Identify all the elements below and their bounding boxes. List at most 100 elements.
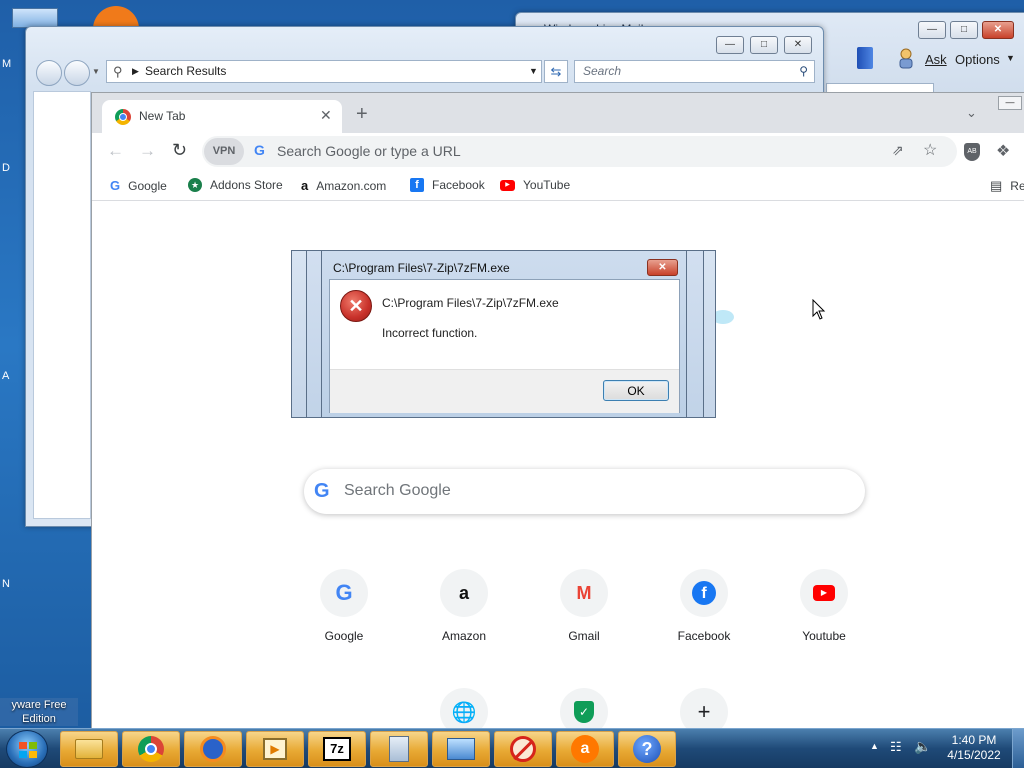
desktop-caption-line2: Edition bbox=[22, 713, 56, 725]
youtube-icon: ▶ bbox=[500, 179, 515, 191]
bookmark-label: Google bbox=[128, 178, 167, 193]
taskbar-media[interactable]: ▶ bbox=[246, 731, 304, 767]
error-message: Incorrect function. bbox=[382, 326, 478, 340]
bookmark-label: Addons Store bbox=[210, 178, 283, 192]
error-dialog[interactable]: C:\Program Files\7-Zip\7zFM.exe ✕ ✕ C:\P… bbox=[321, 250, 687, 418]
close-button[interactable]: ✕ bbox=[982, 21, 1014, 39]
shortcut-label: Gmail bbox=[568, 629, 600, 643]
bookmark-google[interactable]: G Google bbox=[110, 178, 167, 193]
youtube-icon: ▶ bbox=[800, 569, 848, 617]
new-tab-button[interactable]: + bbox=[356, 103, 368, 126]
blocked-icon bbox=[510, 736, 536, 762]
dialog-close-button[interactable]: ✕ bbox=[647, 259, 678, 276]
bookmark-amazon[interactable]: a Amazon.com bbox=[301, 178, 386, 193]
ok-button[interactable]: OK bbox=[603, 380, 669, 401]
navigation-pane[interactable] bbox=[33, 91, 91, 519]
taskbar-blocked-app[interactable] bbox=[494, 731, 552, 767]
shortcut-gmail[interactable]: M Gmail bbox=[528, 569, 640, 643]
ask-menu[interactable]: Ask bbox=[925, 52, 947, 67]
maximize-button[interactable]: □ bbox=[950, 21, 978, 39]
reading-list[interactable]: ▤ Re bbox=[990, 178, 1024, 194]
shortcut-youtube[interactable]: ▶ Youtube bbox=[768, 569, 880, 643]
book-icon[interactable] bbox=[857, 47, 873, 69]
omnibox[interactable]: VPN G Search Google or type a URL ⇗ ☆ bbox=[202, 136, 957, 167]
control-panel-icon bbox=[447, 738, 475, 760]
reload-icon[interactable]: ↻ bbox=[172, 140, 187, 161]
search-folder-icon: ⚲ bbox=[113, 64, 123, 79]
minimize-button[interactable]: — bbox=[918, 21, 946, 39]
shortcut-amazon[interactable]: a Amazon bbox=[408, 569, 520, 643]
back-arrow-icon[interactable]: ← bbox=[107, 141, 124, 161]
refresh-button[interactable]: ⇆ bbox=[544, 60, 568, 83]
secure-browser-icon bbox=[200, 736, 226, 762]
adblock-extension-icon[interactable]: AB bbox=[964, 143, 980, 161]
calculator-icon bbox=[389, 736, 409, 762]
tab-search-chevron-icon[interactable]: ⌄ bbox=[966, 105, 977, 121]
search-input[interactable]: Search ⚲ bbox=[574, 60, 815, 83]
tab-close-icon[interactable]: ✕ bbox=[320, 107, 332, 124]
network-icon[interactable]: ☷ bbox=[890, 739, 902, 755]
bookmarks-bar: G Google ★ Addons Store a Amazon.com f F… bbox=[92, 171, 1024, 201]
ask-icon[interactable] bbox=[896, 47, 916, 69]
taskbar-control-panel[interactable] bbox=[432, 731, 490, 767]
close-button[interactable]: ✕ bbox=[784, 36, 812, 54]
shortcut-label: Google bbox=[324, 629, 364, 643]
chrome-icon bbox=[115, 109, 131, 125]
desktop-caption[interactable]: yware Free Edition bbox=[0, 698, 78, 726]
shortcut-label: Youtube bbox=[802, 629, 846, 643]
bookmark-star-icon[interactable]: ☆ bbox=[923, 140, 937, 160]
search-box-placeholder: Search Google bbox=[344, 482, 451, 499]
amazon-icon: a bbox=[440, 569, 488, 617]
address-bar[interactable]: ⚲ ▶ Search Results ▼ bbox=[106, 60, 542, 83]
google-icon: G bbox=[110, 178, 121, 193]
options-dropdown-icon[interactable]: ▼ bbox=[1006, 53, 1015, 63]
taskbar: ▶ 7z a ? ▲ ☷ 🔈 1:40 PM 4/15/2022 bbox=[0, 728, 1024, 768]
vpn-badge[interactable]: VPN bbox=[204, 138, 244, 165]
taskbar-help[interactable]: ? bbox=[618, 731, 676, 767]
minimize-button[interactable]: — bbox=[716, 36, 744, 54]
tab-title: New Tab bbox=[139, 109, 186, 123]
desktop-icon-label-d: D bbox=[2, 162, 10, 174]
taskbar-avast-secure-browser[interactable] bbox=[184, 731, 242, 767]
maximize-button[interactable]: □ bbox=[750, 36, 778, 54]
taskbar-explorer[interactable] bbox=[60, 731, 118, 767]
taskbar-chrome[interactable] bbox=[122, 731, 180, 767]
recent-pages-chevron-icon[interactable]: ▼ bbox=[92, 67, 100, 76]
forward-arrow-icon[interactable]: → bbox=[139, 141, 156, 161]
clock-date: 4/15/2022 bbox=[947, 748, 1001, 762]
google-g-icon: G bbox=[314, 480, 330, 502]
options-menu[interactable]: Options bbox=[955, 52, 1000, 67]
facebook-icon: f bbox=[410, 178, 424, 192]
forward-button[interactable] bbox=[64, 60, 90, 86]
taskbar-7-zip[interactable]: 7z bbox=[308, 731, 366, 767]
show-desktop-button[interactable] bbox=[1012, 729, 1024, 768]
address-dropdown-icon[interactable]: ▼ bbox=[529, 61, 538, 82]
back-button[interactable] bbox=[36, 60, 62, 86]
search-icon[interactable]: ⚲ bbox=[799, 61, 808, 82]
computer-icon[interactable] bbox=[12, 8, 58, 28]
volume-icon[interactable]: 🔈 bbox=[914, 738, 931, 755]
desktop-icon-label-m: M bbox=[2, 58, 12, 70]
shortcut-facebook[interactable]: f Facebook bbox=[648, 569, 760, 643]
share-icon[interactable]: ⇗ bbox=[892, 142, 904, 159]
desktop-icon-label-a: A bbox=[2, 370, 10, 382]
toolbar: ← → ↻ VPN G Search Google or type a URL … bbox=[92, 133, 1024, 171]
clock[interactable]: 1:40 PM 4/15/2022 bbox=[940, 733, 1008, 763]
start-button[interactable] bbox=[6, 730, 48, 768]
show-hidden-icons-chevron-icon[interactable]: ▲ bbox=[870, 741, 879, 751]
folder-icon bbox=[75, 739, 103, 759]
extensions-puzzle-icon[interactable]: ❖ bbox=[996, 141, 1010, 161]
error-path: C:\Program Files\7-Zip\7zFM.exe bbox=[382, 296, 559, 310]
google-search-box[interactable]: G Search Google bbox=[304, 469, 865, 514]
bookmark-facebook[interactable]: f Facebook bbox=[410, 178, 485, 192]
taskbar-avast[interactable]: a bbox=[556, 731, 614, 767]
tab-new-tab[interactable]: New Tab ✕ bbox=[102, 100, 342, 133]
breadcrumb-arrow-icon[interactable]: ▶ bbox=[132, 61, 139, 82]
chrome-minimize-button[interactable]: — bbox=[998, 96, 1022, 110]
bookmark-youtube[interactable]: ▶ YouTube bbox=[500, 178, 570, 192]
bookmark-label: Facebook bbox=[432, 178, 485, 192]
taskbar-calculator[interactable] bbox=[370, 731, 428, 767]
seven-zip-icon: 7z bbox=[323, 737, 351, 761]
bookmark-addons-store[interactable]: ★ Addons Store bbox=[188, 178, 283, 192]
shortcut-google[interactable]: G Google bbox=[288, 569, 400, 643]
